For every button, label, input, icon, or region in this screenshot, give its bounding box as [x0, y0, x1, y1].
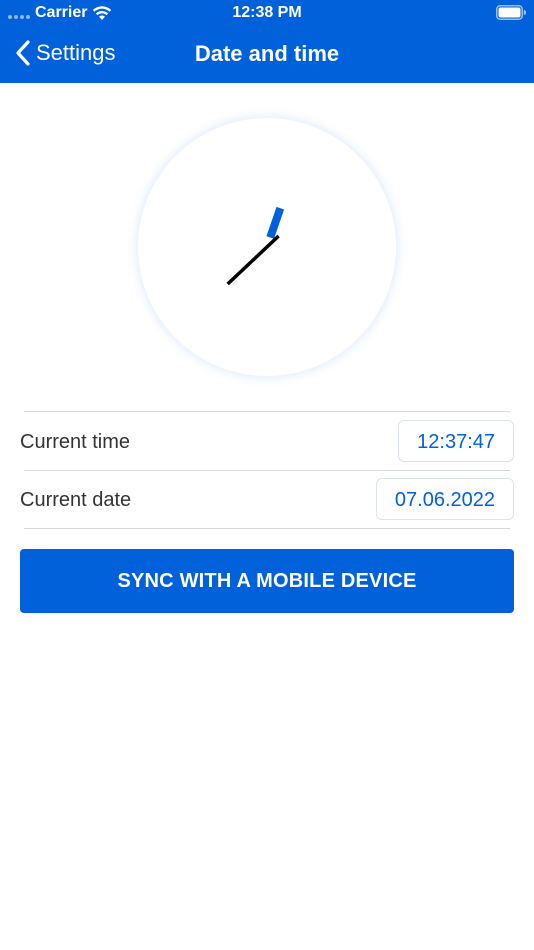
current-date-value[interactable]: 07.06.2022: [375, 478, 514, 520]
current-date-row: Current date 07.06.2022: [0, 470, 534, 528]
current-time-label: Current time: [20, 431, 131, 453]
battery-icon: [496, 5, 526, 20]
minute-hand: [226, 234, 280, 286]
divider: [24, 528, 510, 529]
current-time-value[interactable]: 12:37:47: [398, 420, 514, 462]
status-bar: Carrier 12:38 PM: [0, 0, 534, 28]
current-time-row: Current time 12:37:47: [0, 412, 534, 470]
page-title: Date and time: [194, 41, 340, 66]
date-time-screen: Carrier 12:38 PM Settings Date and time: [0, 0, 534, 950]
navigation-bar: Settings Date and time: [0, 28, 534, 83]
current-date-label: Current date: [20, 489, 132, 511]
status-time: 12:38 PM: [232, 4, 302, 21]
analog-clock: [138, 118, 396, 376]
header: Carrier 12:38 PM Settings Date and time: [0, 0, 534, 83]
clock-hands: [226, 206, 285, 286]
sync-button[interactable]: SYNC WITH A MOBILE DEVICE: [20, 549, 514, 613]
hour-hand: [266, 206, 285, 239]
